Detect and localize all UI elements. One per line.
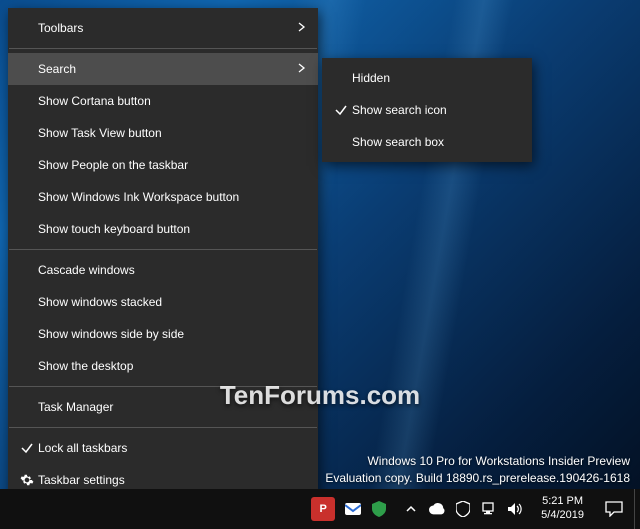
taskbar-clock[interactable]: 5:21 PM 5/4/2019 xyxy=(531,495,594,523)
menu-label: Show Cortana button xyxy=(38,94,306,108)
menu-label: Lock all taskbars xyxy=(38,441,306,455)
menu-label: Show the desktop xyxy=(38,359,306,373)
menu-show-touch-keyboard[interactable]: Show touch keyboard button xyxy=(8,213,318,245)
menu-lock-all-taskbars[interactable]: Lock all taskbars xyxy=(8,432,318,464)
tray-overflow-chevron-icon[interactable] xyxy=(403,501,419,517)
menu-label: Show windows side by side xyxy=(38,327,306,341)
menu-label: Toolbars xyxy=(38,21,292,35)
menu-show-cortana[interactable]: Show Cortana button xyxy=(8,85,318,117)
menu-show-ink-workspace[interactable]: Show Windows Ink Workspace button xyxy=(8,181,318,213)
menu-label: Show windows stacked xyxy=(38,295,306,309)
menu-separator xyxy=(9,249,317,250)
tray-app-icons: P xyxy=(303,497,395,521)
menu-label: Show search box xyxy=(352,135,520,149)
chevron-right-icon xyxy=(292,62,306,76)
menu-label: Show Task View button xyxy=(38,126,306,140)
taskbar-context-menu: Toolbars Search Show Cortana button Show… xyxy=(8,8,318,500)
menu-label: Show People on the taskbar xyxy=(38,158,306,172)
clock-time: 5:21 PM xyxy=(542,495,583,509)
menu-label: Hidden xyxy=(352,71,520,85)
menu-windows-side-by-side[interactable]: Show windows side by side xyxy=(8,318,318,350)
menu-task-manager[interactable]: Task Manager xyxy=(8,391,318,423)
network-icon[interactable] xyxy=(481,501,497,517)
clock-date: 5/4/2019 xyxy=(541,509,584,523)
menu-separator xyxy=(9,427,317,428)
tray-app-pinterest-icon[interactable]: P xyxy=(311,497,335,521)
chevron-right-icon xyxy=(292,21,306,35)
volume-icon[interactable] xyxy=(507,501,523,517)
menu-label: Show Windows Ink Workspace button xyxy=(38,190,306,204)
gear-icon xyxy=(16,473,38,487)
search-submenu: Hidden Show search icon Show search box xyxy=(322,58,532,162)
action-center-icon[interactable] xyxy=(594,489,634,529)
onedrive-icon[interactable] xyxy=(429,501,445,517)
taskbar[interactable]: P 5:21 PM 5/4/2019 xyxy=(0,489,640,529)
eval-line-2: Evaluation copy. Build 18890.rs_prerelea… xyxy=(325,470,630,487)
menu-separator xyxy=(9,48,317,49)
evaluation-watermark: Windows 10 Pro for Workstations Insider … xyxy=(325,453,630,487)
menu-label: Show search icon xyxy=(352,103,520,117)
submenu-show-search-icon[interactable]: Show search icon xyxy=(322,94,532,126)
menu-toolbars[interactable]: Toolbars xyxy=(8,12,318,44)
show-desktop-button[interactable] xyxy=(634,489,640,529)
tray-system-icons xyxy=(395,501,531,517)
check-icon xyxy=(330,103,352,117)
submenu-hidden[interactable]: Hidden xyxy=(322,62,532,94)
submenu-show-search-box[interactable]: Show search box xyxy=(322,126,532,158)
menu-separator xyxy=(9,386,317,387)
windows-defender-icon[interactable] xyxy=(455,501,471,517)
menu-windows-stacked[interactable]: Show windows stacked xyxy=(8,286,318,318)
tray-app-shield-icon[interactable] xyxy=(371,501,387,517)
system-tray: P 5:21 PM 5/4/2019 xyxy=(303,489,640,529)
menu-show-people[interactable]: Show People on the taskbar xyxy=(8,149,318,181)
tray-app-mail-icon[interactable] xyxy=(345,501,361,517)
menu-label: Search xyxy=(38,62,292,76)
check-icon xyxy=(16,441,38,455)
menu-show-task-view[interactable]: Show Task View button xyxy=(8,117,318,149)
menu-label: Cascade windows xyxy=(38,263,306,277)
menu-cascade-windows[interactable]: Cascade windows xyxy=(8,254,318,286)
menu-label: Taskbar settings xyxy=(38,473,306,487)
eval-line-1: Windows 10 Pro for Workstations Insider … xyxy=(325,453,630,470)
menu-search[interactable]: Search xyxy=(8,53,318,85)
menu-label: Task Manager xyxy=(38,400,306,414)
menu-label: Show touch keyboard button xyxy=(38,222,306,236)
menu-show-desktop[interactable]: Show the desktop xyxy=(8,350,318,382)
